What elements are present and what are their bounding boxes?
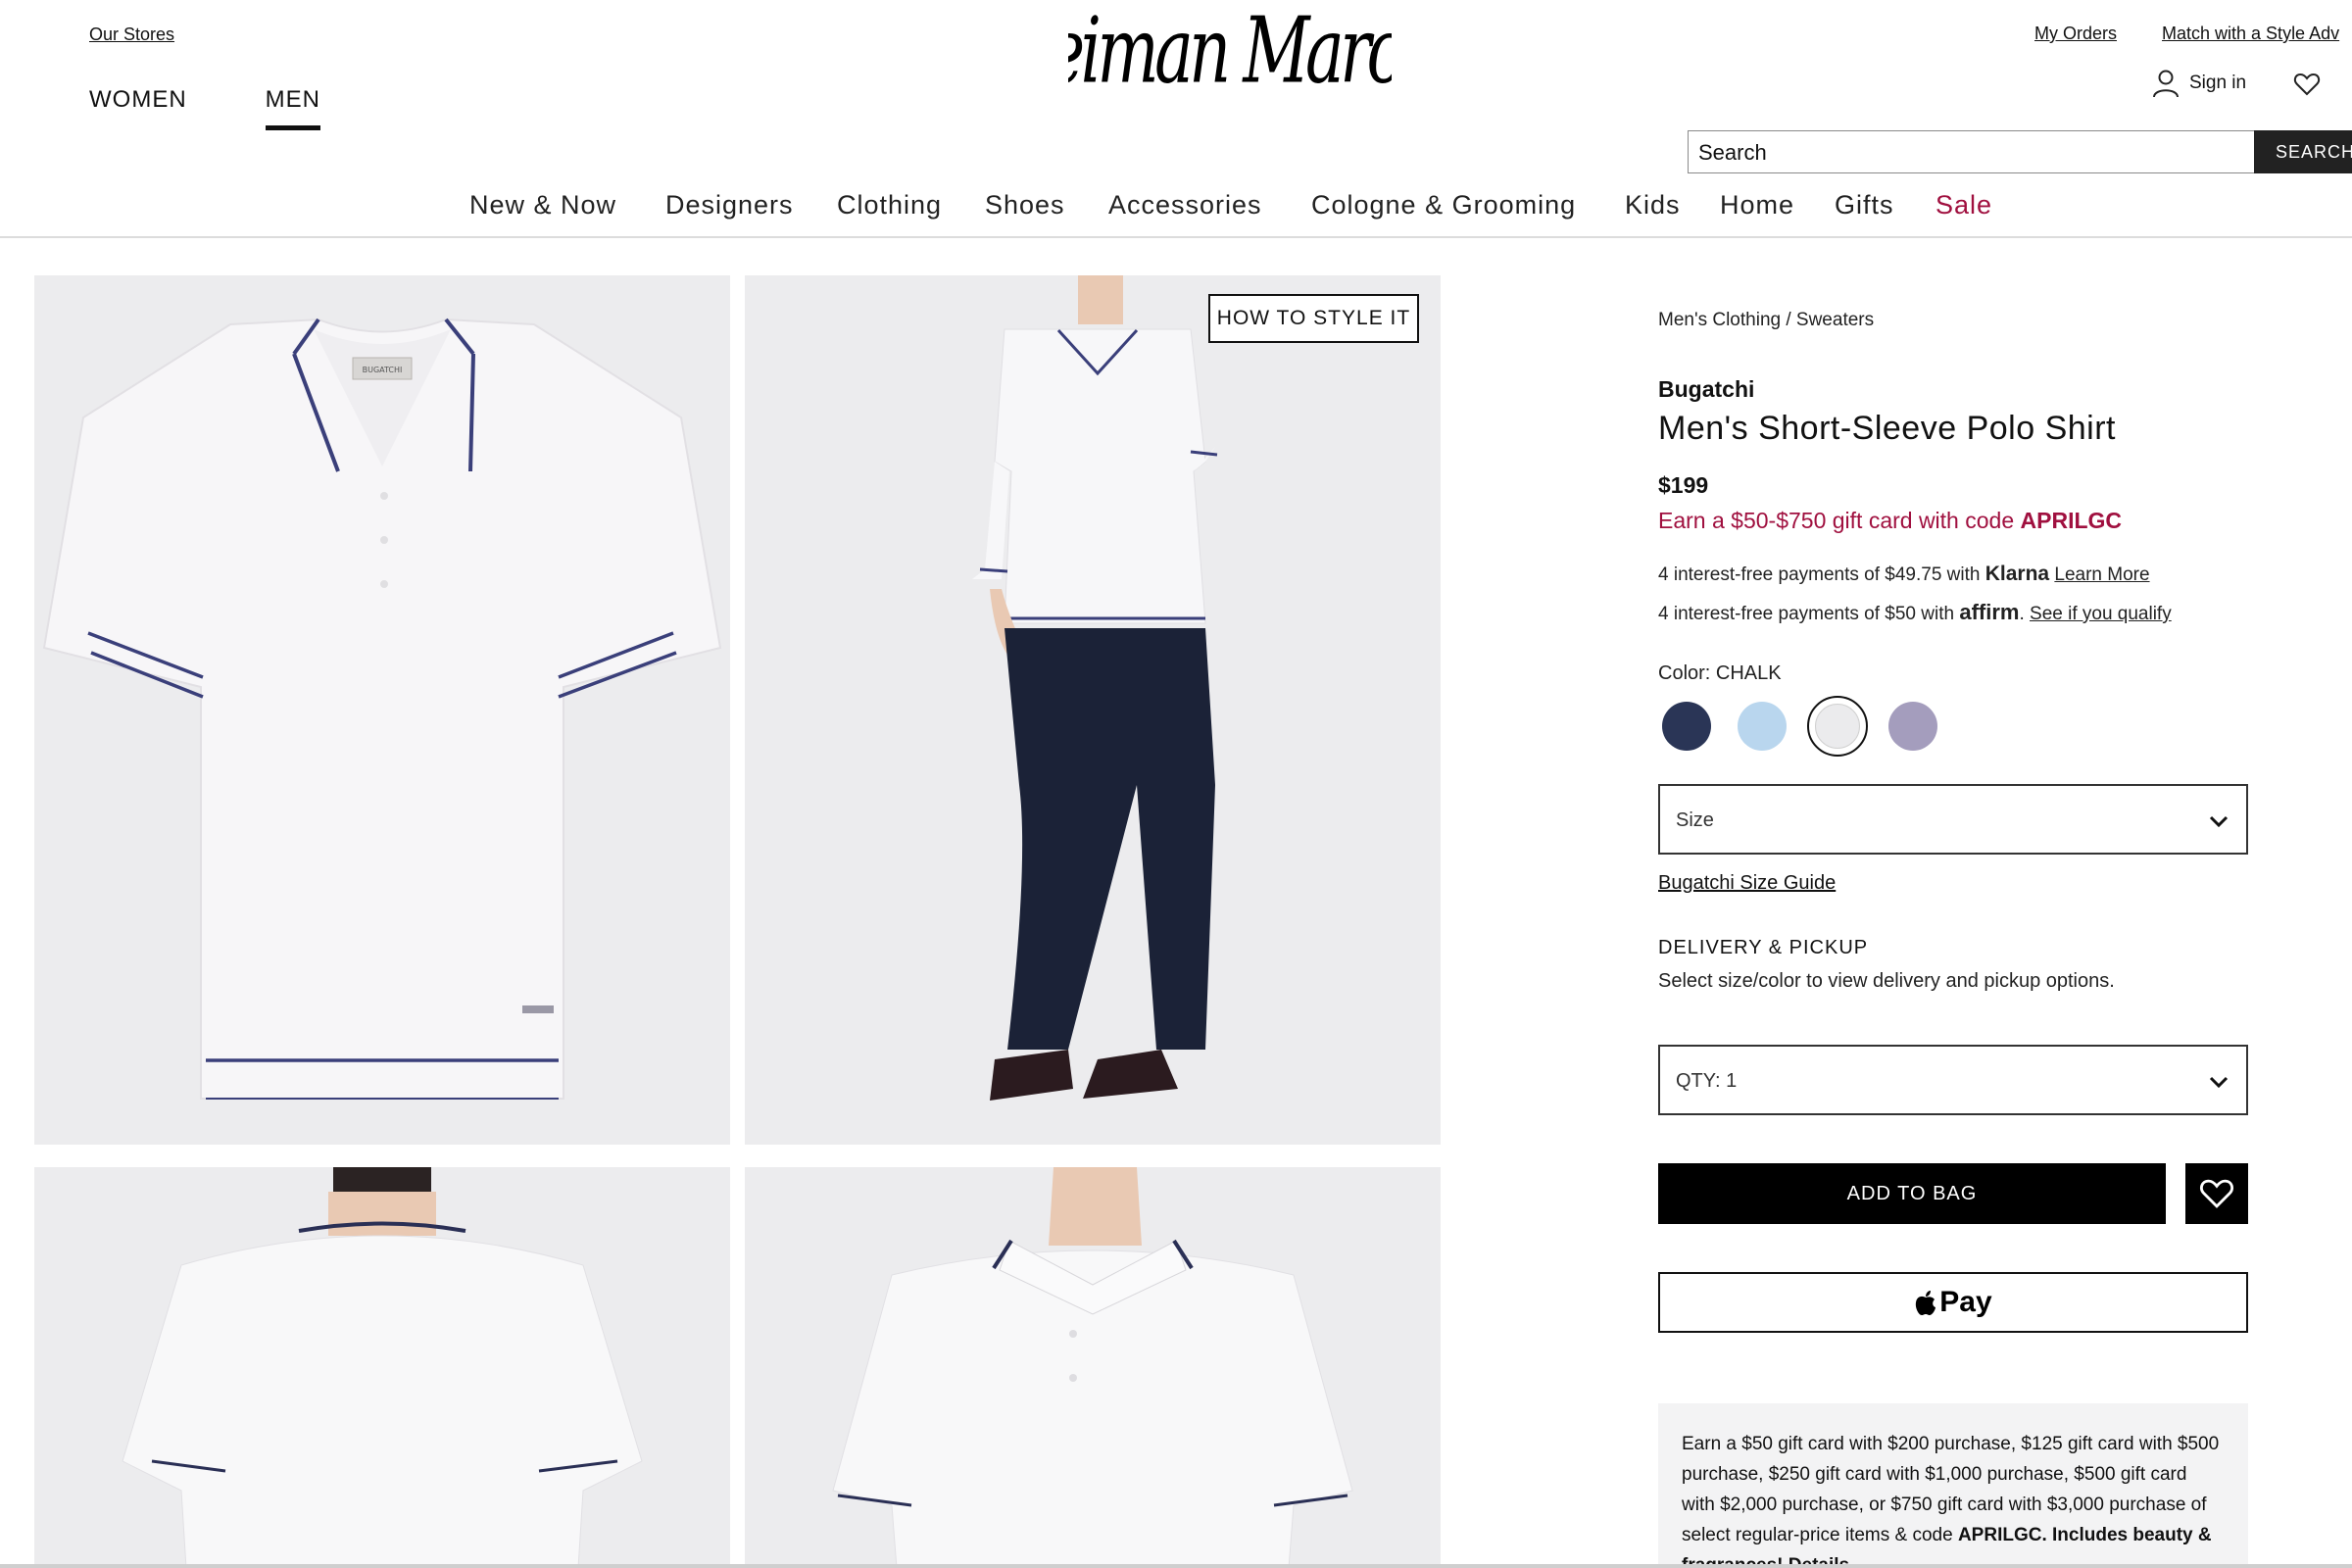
offer-code: APRILGC. — [1957, 1525, 2047, 1545]
quantity-select[interactable]: QTY: 1 — [1658, 1045, 2248, 1115]
klarna-message: 4 interest-free payments of $49.75 with … — [1658, 563, 2150, 586]
neiman-marcus-logo[interactable]: Neiman Marcus — [1068, 6, 1392, 122]
nav-clothing[interactable]: Clothing — [837, 190, 942, 220]
product-title: Men's Short-Sleeve Polo Shirt — [1658, 410, 2116, 447]
klarna-logo: Klarna — [1984, 563, 2050, 585]
color-label: Color: CHALK — [1658, 662, 1782, 684]
product-image-closeup[interactable] — [745, 1167, 1441, 1568]
promo-text: Earn a $50-$750 gift card with code — [1658, 508, 2021, 533]
affirm-qualify-link[interactable]: See if you qualify — [2030, 604, 2172, 624]
size-select[interactable]: Size — [1658, 784, 2248, 855]
product-image-front[interactable]: BUGATCHI — [34, 275, 730, 1145]
how-to-style-button[interactable]: HOW TO STYLE IT — [1208, 294, 1419, 343]
nav-shoes[interactable]: Shoes — [985, 190, 1065, 220]
logo-wordmark: Neiman Marcus — [1068, 6, 1392, 104]
size-guide-link[interactable]: Bugatchi Size Guide — [1658, 872, 1836, 895]
model-full-illustration — [972, 275, 1218, 1101]
klarna-text: 4 interest-free payments of $49.75 with — [1658, 564, 1985, 585]
swatch-lavender[interactable] — [1888, 702, 1937, 751]
viewport-bottom-edge — [0, 1564, 2352, 1568]
size-select-label: Size — [1676, 809, 1714, 831]
nav-new-now[interactable]: New & Now — [469, 190, 616, 220]
product-brand[interactable]: Bugatchi — [1658, 376, 1754, 403]
color-swatches — [1658, 696, 1972, 757]
apple-pay-button[interactable]: Pay — [1658, 1272, 2248, 1333]
our-stores-link[interactable]: Our Stores — [89, 24, 174, 45]
swatch-light-blue[interactable] — [1738, 702, 1787, 751]
nav-cologne-grooming[interactable]: Cologne & Grooming — [1311, 190, 1576, 220]
swatch-chalk-selected[interactable] — [1807, 696, 1868, 757]
affirm-message: 4 interest-free payments of $50 with aff… — [1658, 600, 2172, 624]
quantity-select-label: QTY: 1 — [1676, 1070, 1738, 1092]
add-to-bag-button[interactable]: ADD TO BAG — [1658, 1163, 2166, 1224]
gift-card-offer: Earn a $50 gift card with $200 purchase,… — [1658, 1403, 2248, 1568]
apple-logo-icon — [1916, 1291, 1936, 1316]
product-price: $199 — [1658, 472, 1709, 498]
delivery-heading: DELIVERY & PICKUP — [1658, 937, 1869, 958]
promo-code: APRILGC — [2020, 508, 2123, 533]
product-details-panel: Men's Clothing / Sweaters Bugatchi Men's… — [1658, 0, 2352, 1568]
polo-flat-illustration: BUGATCHI — [42, 318, 722, 1100]
klarna-learn-more-link[interactable]: Learn More — [2054, 564, 2149, 585]
tab-women[interactable]: WOMEN — [89, 86, 187, 130]
heart-icon — [2200, 1179, 2233, 1208]
product-image-back[interactable] — [34, 1167, 730, 1568]
polo-closeup-illustration — [832, 1167, 1353, 1568]
chevron-down-icon — [2209, 1076, 2229, 1089]
chevron-down-icon — [2209, 815, 2229, 828]
add-to-wishlist-button[interactable] — [2185, 1163, 2248, 1224]
swatch-navy[interactable] — [1662, 702, 1711, 751]
nav-designers[interactable]: Designers — [665, 190, 794, 220]
promo-message: Earn a $50-$750 gift card with code APRI… — [1658, 508, 2122, 534]
affirm-logo: affirm — [1959, 600, 2020, 624]
delivery-text: Select size/color to view delivery and p… — [1658, 970, 2115, 992]
tab-men[interactable]: MEN — [265, 86, 320, 130]
nav-accessories[interactable]: Accessories — [1108, 190, 1262, 220]
apple-pay-label: Pay — [1939, 1286, 1992, 1318]
polo-back-illustration — [122, 1167, 643, 1568]
label-tag-text: BUGATCHI — [363, 366, 403, 374]
product-image-model[interactable] — [745, 275, 1441, 1145]
breadcrumb[interactable]: Men's Clothing / Sweaters — [1658, 310, 1874, 331]
gender-nav: WOMEN MEN — [89, 86, 320, 130]
swatch-chalk-fill — [1815, 704, 1860, 749]
affirm-text: 4 interest-free payments of $50 with — [1658, 604, 1960, 624]
